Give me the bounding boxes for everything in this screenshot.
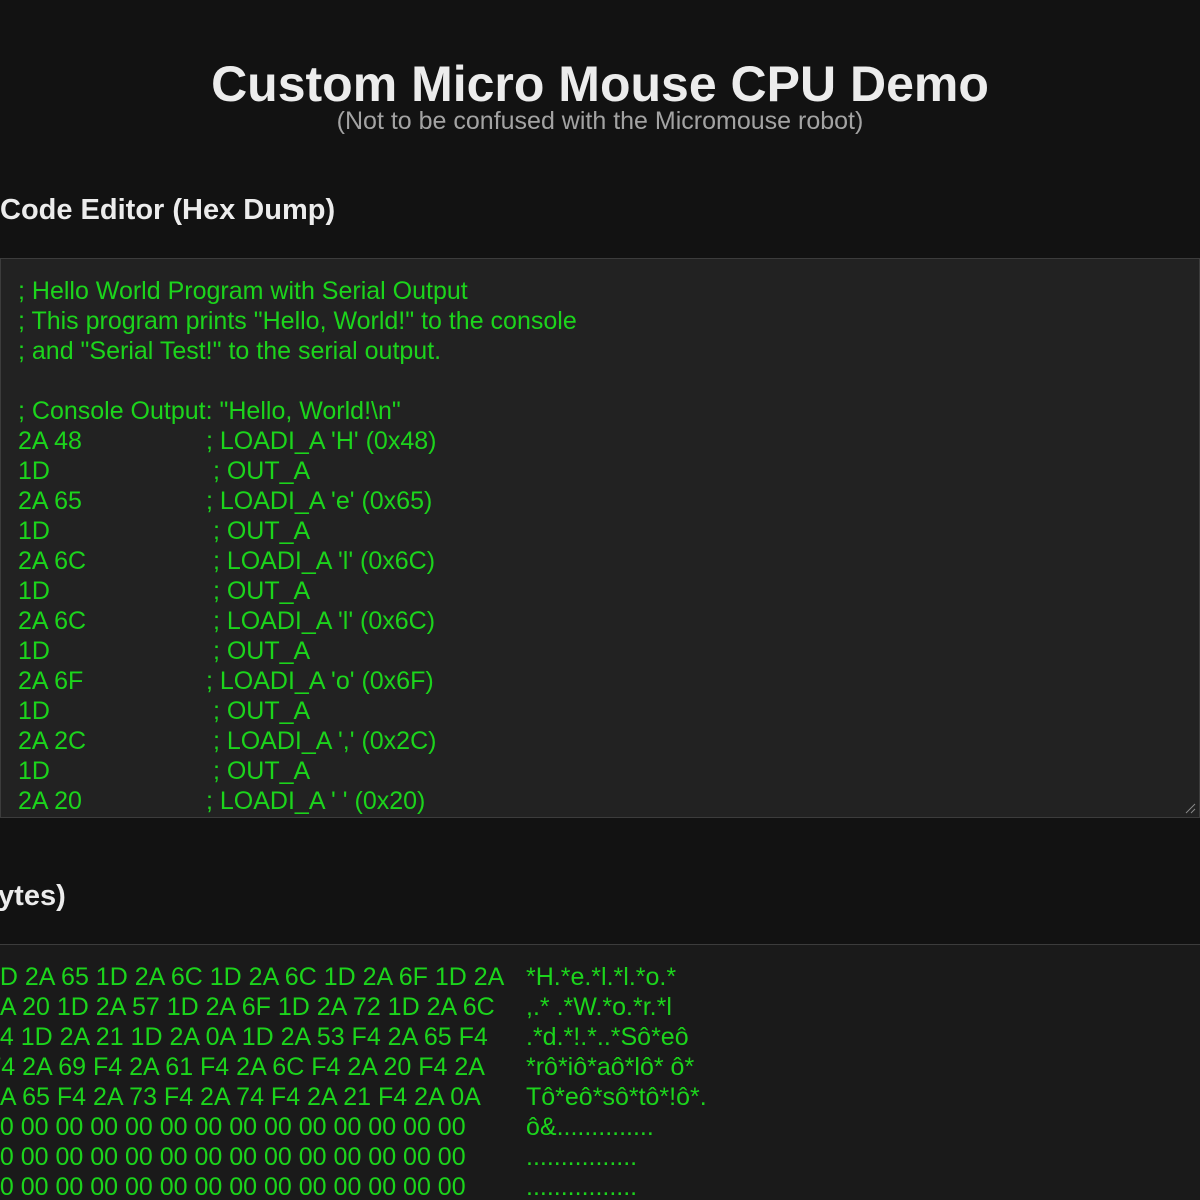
hex-dump-bytes: 00 00 00 00 00 00 00 00 00 00 00 00 00 0… <box>0 1173 466 1200</box>
hex-dump-ascii: *rô*iô*aô*lô* ô* <box>526 1053 695 1081</box>
code-line-code: 1D <box>18 757 50 785</box>
code-line-code: ; This program prints "Hello, World!" to… <box>18 307 577 335</box>
code-line-code: ; and "Serial Test!" to the serial outpu… <box>18 337 442 365</box>
hex-dump-heading: 44 bytes) <box>0 880 66 912</box>
code-line-code: 1D <box>18 517 50 545</box>
code-line-code: 2A 20 <box>18 787 82 815</box>
code-line-comment: ; OUT_A <box>206 577 311 605</box>
code-line-code: 2A 2C <box>18 727 87 755</box>
hex-dump-bytes: 00 00 00 00 00 00 00 00 00 00 00 00 00 0… <box>0 1143 466 1171</box>
hex-dump-ascii: .*d.*!.*..*Sô*eô <box>526 1023 689 1051</box>
code-line-comment: ; OUT_A <box>206 757 311 785</box>
code-line-code: 2A 6F <box>18 667 84 695</box>
code-line-comment: ; LOADI_A 'e' (0x65) <box>206 487 433 515</box>
code-line-comment: ; LOADI_A ' ' (0x20) <box>206 787 426 815</box>
code-line-comment: ; LOADI_A ',' (0x2C) <box>206 727 437 755</box>
code-line-code: ; Console Output: "Hello, World!\n" <box>18 397 401 425</box>
hex-dump-bytes: 64 1D 2A 21 1D 2A 0A 1D 2A 53 F4 2A 65 F… <box>0 1023 488 1051</box>
code-line-code: 2A 48 <box>18 427 82 455</box>
code-line-comment: ; OUT_A <box>206 517 311 545</box>
code-line-comment: ; LOADI_A 'l' (0x6C) <box>206 547 436 575</box>
page-subtitle: (Not to be confused with the Micromouse … <box>336 107 864 135</box>
hex-dump-bytes: 00 00 00 00 00 00 00 00 00 00 00 00 00 0… <box>0 1113 466 1141</box>
code-line-code: 1D <box>18 697 50 725</box>
code-line-code: 2A 65 <box>18 487 82 515</box>
code-line-comment: ; OUT_A <box>206 637 311 665</box>
code-line-code: ; Hello World Program with Serial Output <box>18 277 468 305</box>
hex-dump-bytes: 1D 2A 65 1D 2A 6C 1D 2A 6C 1D 2A 6F 1D 2… <box>0 963 505 991</box>
hex-dump-bytes: 2A 20 1D 2A 57 1D 2A 6F 1D 2A 72 1D 2A 6… <box>0 993 495 1021</box>
hex-dump-ascii: ................ <box>526 1143 638 1171</box>
code-line-comment: ; OUT_A <box>206 457 311 485</box>
hex-dump-ascii: Tô*eô*sô*tô*!ô*. <box>526 1083 707 1111</box>
hex-dump-bytes: F4 2A 69 F4 2A 61 F4 2A 6C F4 2A 20 F4 2… <box>0 1053 485 1081</box>
code-line-code: 1D <box>18 637 50 665</box>
code-editor-heading: Code Editor (Hex Dump) <box>0 194 336 226</box>
code-line-comment: ; LOADI_A 'o' (0x6F) <box>206 667 434 695</box>
code-line-code: 2A 6C <box>18 607 87 635</box>
resize-grip-icon[interactable] <box>1184 802 1196 814</box>
hex-dump-ascii: ................ <box>526 1173 638 1200</box>
hex-dump-ascii: ,.* .*W.*o.*r.*l <box>526 993 672 1021</box>
code-line-code: 1D <box>18 457 50 485</box>
hex-dump-bytes: 2A 65 F4 2A 73 F4 2A 74 F4 2A 21 F4 2A 0… <box>0 1083 481 1111</box>
code-line-comment: ; LOADI_A 'l' (0x6C) <box>206 607 436 635</box>
page: Custom Micro Mouse CPU Demo (Not to be c… <box>0 0 1200 1200</box>
code-line-code: 2A 6C <box>18 547 87 575</box>
hex-dump-ascii: *H.*e.*l.*l.*o.* <box>526 963 677 991</box>
hex-dump-ascii: ô&.............. <box>526 1113 654 1141</box>
code-line-comment: ; LOADI_A 'H' (0x48) <box>206 427 437 455</box>
code-line-comment: ; OUT_A <box>206 697 311 725</box>
code-line-code: 1D <box>18 577 50 605</box>
